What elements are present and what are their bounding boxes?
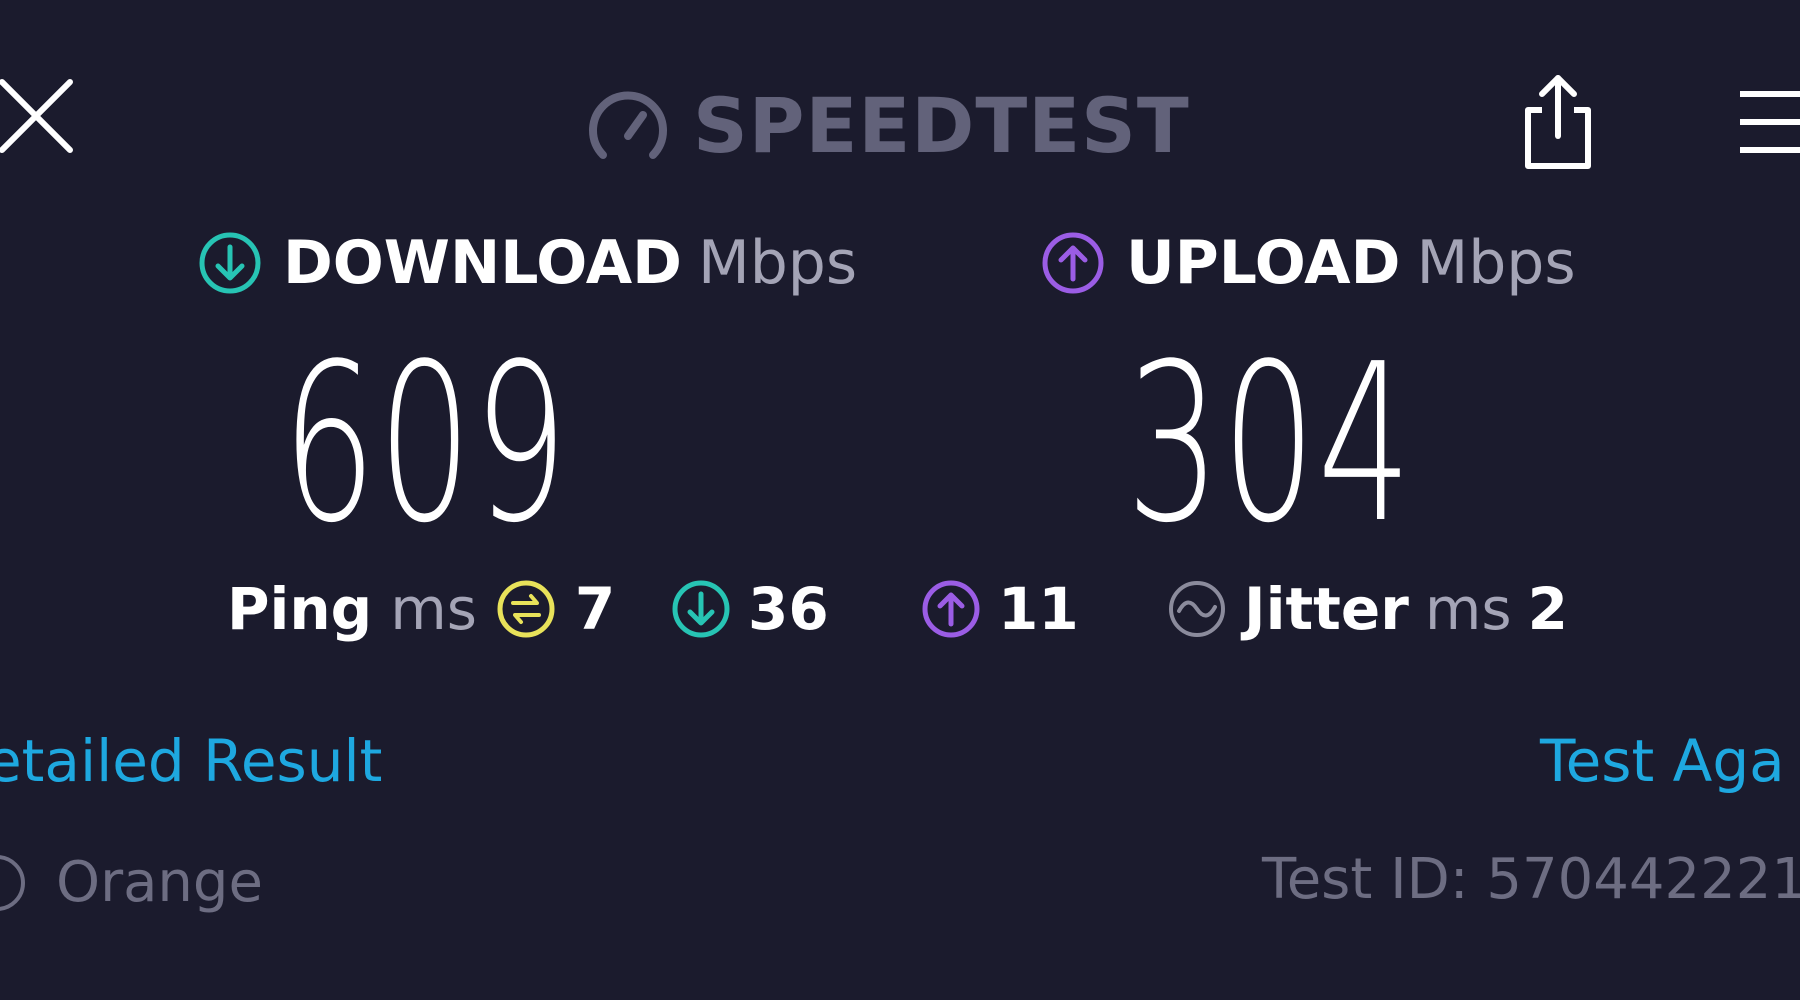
ping-idle-value: 7 <box>574 575 616 643</box>
jitter-label: Jitter <box>1244 575 1409 643</box>
ping-upload-stat: 11 <box>920 574 1079 644</box>
upload-arrow-icon <box>1042 232 1104 294</box>
share-icon <box>1525 75 1591 169</box>
ping-download-stat: 36 <box>670 574 829 644</box>
upload-unit: Mbps <box>1416 228 1576 298</box>
app-brand: SPEEDTEST <box>583 78 1190 174</box>
speedometer-icon <box>589 91 667 159</box>
close-icon <box>0 79 73 153</box>
download-label: DOWNLOAD <box>283 228 682 298</box>
upload-latency-icon <box>922 580 980 638</box>
provider-info: Orange <box>0 852 263 914</box>
detailed-result-link[interactable]: etailed Result <box>0 732 382 790</box>
menu-icon <box>1740 91 1800 153</box>
ping-label: Ping <box>227 575 373 643</box>
test-id: Test ID: 5704422214 <box>1262 847 1800 912</box>
ping-upload-value: 11 <box>998 575 1079 643</box>
brand-title: SPEEDTEST <box>693 81 1190 170</box>
download-speed-value: 609 <box>282 318 570 571</box>
upload-label: UPLOAD <box>1126 228 1401 298</box>
jitter-unit: ms <box>1424 575 1512 643</box>
ping-download-value: 36 <box>748 575 829 643</box>
jitter-stat: Jitter ms 2 <box>1166 574 1568 644</box>
idle-latency-icon <box>497 580 555 638</box>
download-arrow-icon <box>199 232 261 294</box>
ping-stat: Ping ms 7 <box>227 574 615 644</box>
download-header: DOWNLOAD Mbps <box>197 230 857 296</box>
test-again-link[interactable]: Test Aga <box>1540 732 1785 790</box>
jitter-wave-icon <box>1169 581 1225 637</box>
jitter-value: 2 <box>1527 575 1568 643</box>
provider-icon <box>0 855 25 911</box>
menu-button[interactable] <box>1734 80 1800 164</box>
provider-name: Orange <box>56 850 263 915</box>
upload-speed-value: 304 <box>1126 318 1414 571</box>
download-unit: Mbps <box>697 228 858 298</box>
share-button[interactable] <box>1516 70 1600 174</box>
download-latency-icon <box>672 580 730 638</box>
ping-unit: ms <box>390 575 477 643</box>
upload-header: UPLOAD Mbps <box>1040 230 1576 296</box>
close-button[interactable] <box>0 74 78 158</box>
